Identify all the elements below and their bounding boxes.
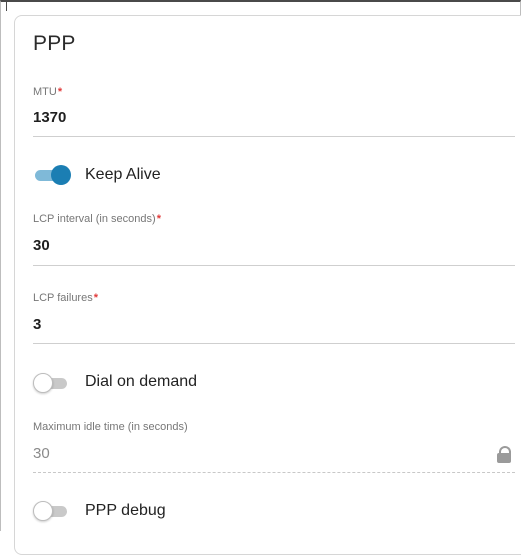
lock-icon-body (497, 453, 511, 463)
ppp-settings-panel (14, 15, 521, 555)
dial-on-demand-label: Dial on demand (85, 373, 198, 390)
dial-on-demand-toggle-knob (33, 373, 53, 393)
lcp-failures-underline (33, 343, 515, 344)
mtu-input[interactable]: 1370 (33, 109, 66, 126)
mtu-required-mark: * (57, 86, 63, 98)
dial-on-demand-toggle[interactable] (33, 372, 71, 394)
max-idle-time-input: 30 (33, 445, 50, 462)
ppp-debug-toggle[interactable] (33, 500, 71, 522)
keep-alive-toggle-knob (51, 165, 71, 185)
max-idle-time-label: Maximum idle time (in seconds) (33, 421, 188, 433)
window-frame: PPP MTU* 1370 Keep Alive LCP interval (i… (0, 0, 521, 555)
lcp-interval-label-group: LCP interval (in seconds)* (33, 213, 161, 225)
mtu-label: MTU (33, 86, 57, 98)
max-idle-time-underline (33, 472, 515, 473)
lcp-failures-label-group: LCP failures* (33, 292, 98, 304)
lcp-failures-label: LCP failures (33, 292, 93, 304)
lcp-interval-label: LCP interval (in seconds) (33, 213, 156, 225)
lcp-interval-underline (33, 265, 515, 266)
lcp-interval-input[interactable]: 30 (33, 237, 50, 254)
ppp-debug-toggle-knob (33, 501, 53, 521)
ppp-debug-label: PPP debug (85, 502, 166, 519)
section-title: PPP (33, 32, 76, 55)
lcp-interval-required-mark: * (156, 213, 161, 225)
mtu-label-group: MTU* (33, 86, 62, 98)
keep-alive-label: Keep Alive (85, 166, 161, 183)
mtu-underline (33, 136, 515, 137)
frame-corner-mark (1, 2, 7, 11)
lcp-failures-required-mark: * (93, 292, 98, 304)
lock-icon (497, 446, 511, 463)
keep-alive-toggle[interactable] (33, 164, 71, 186)
lcp-failures-input[interactable]: 3 (33, 316, 41, 333)
